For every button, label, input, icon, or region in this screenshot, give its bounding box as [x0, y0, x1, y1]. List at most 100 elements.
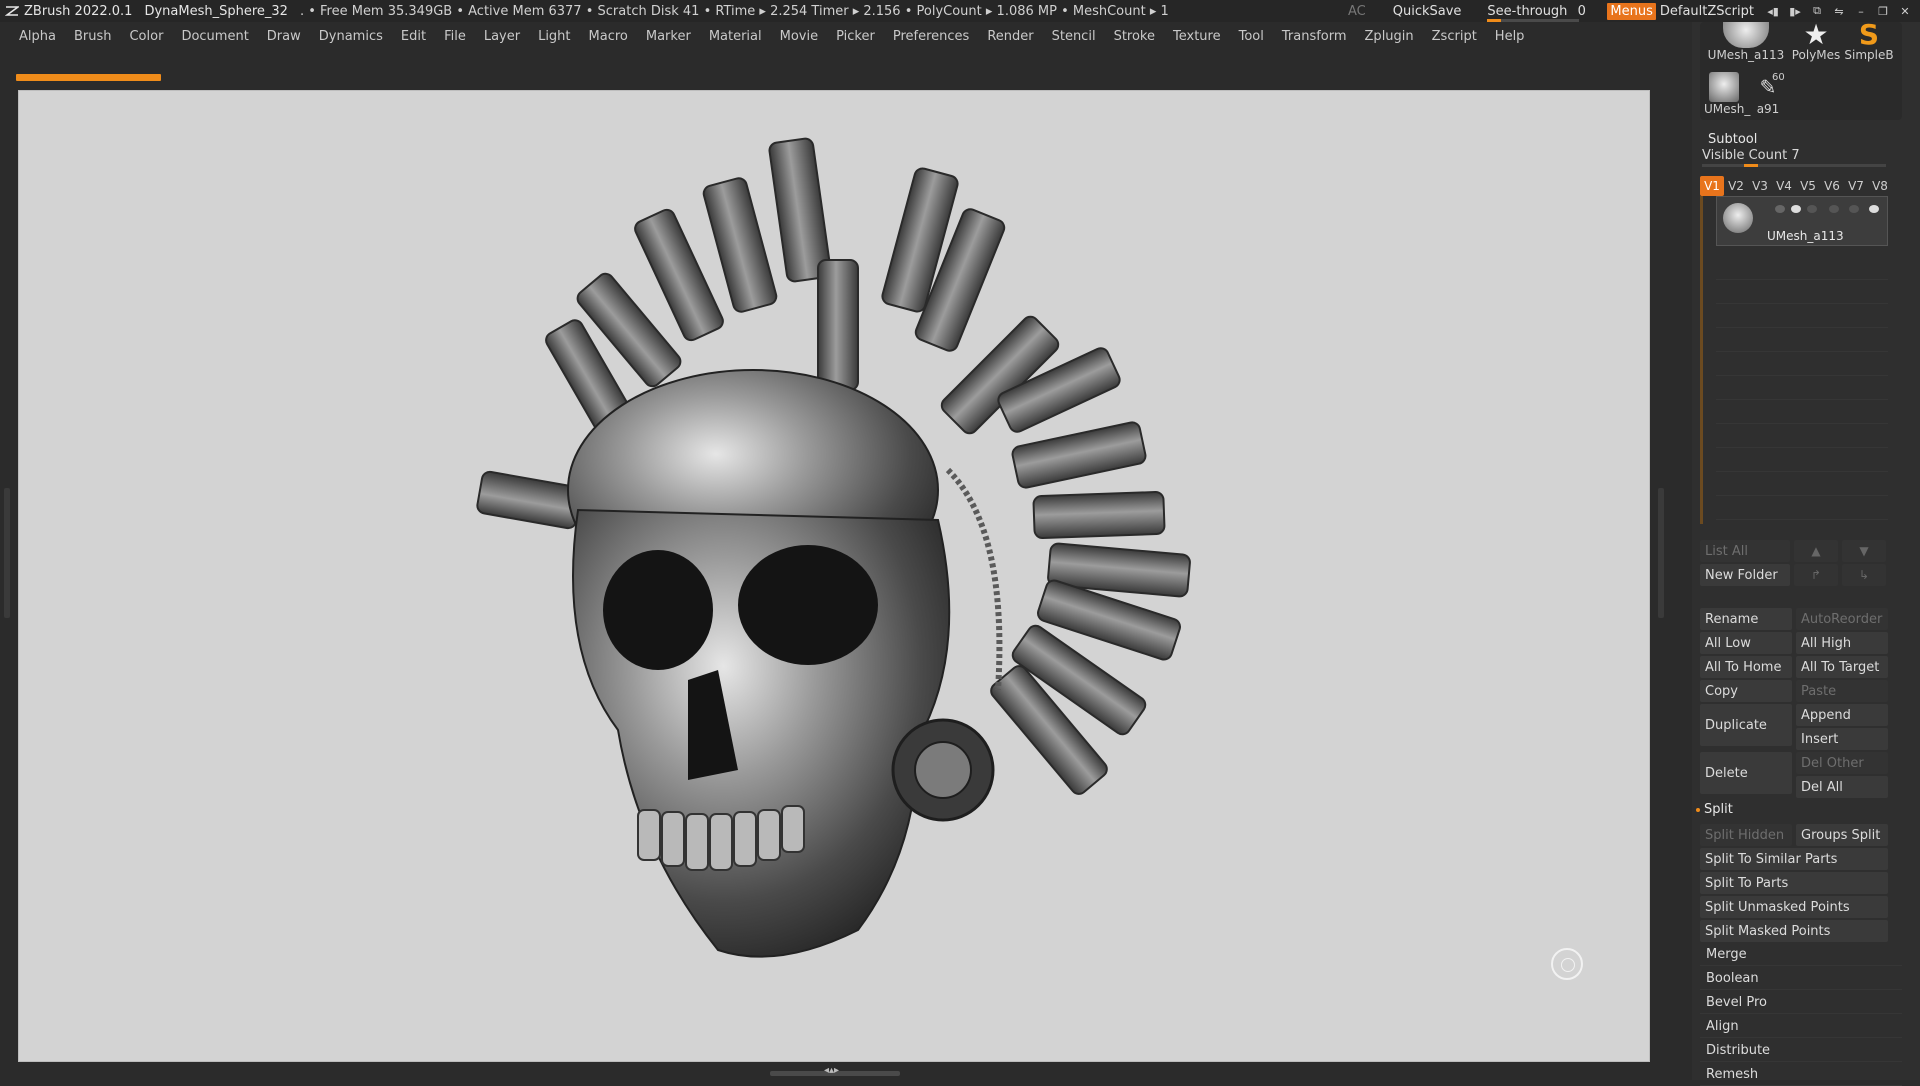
menu-file[interactable]: File	[435, 29, 475, 44]
menus-toggle-button[interactable]: Menus	[1607, 2, 1656, 20]
category-merge[interactable]: Merge	[1700, 944, 1902, 966]
category-bevel-pro[interactable]: Bevel Pro	[1700, 992, 1902, 1014]
bottom-tray-arrow-icon[interactable]: ◂▴▸	[824, 1065, 839, 1076]
groups-split-button[interactable]: Groups Split	[1796, 824, 1888, 846]
insert-button[interactable]: Insert	[1796, 728, 1888, 750]
split-to-similar-parts-button[interactable]: Split To Similar Parts	[1700, 848, 1888, 870]
all-high-button[interactable]: All High	[1796, 632, 1888, 654]
append-button[interactable]: Append	[1796, 704, 1888, 726]
subtool-scrollbar[interactable]	[1700, 196, 1703, 524]
menu-stencil[interactable]: Stencil	[1043, 29, 1105, 44]
default-zscript-button[interactable]: DefaultZScript	[1660, 4, 1754, 19]
document-canvas[interactable]	[18, 90, 1650, 1062]
subtool-item-name: UMesh_a113	[1767, 229, 1844, 243]
rename-button[interactable]: Rename	[1700, 608, 1792, 630]
visibility-tab-v5[interactable]: V5	[1796, 176, 1820, 196]
subtool-title[interactable]: Subtool	[1708, 132, 1757, 147]
eye-icon[interactable]	[1869, 205, 1879, 213]
tool-thumb-label: UMesh_a113	[1707, 48, 1785, 62]
category-remesh[interactable]: Remesh	[1700, 1064, 1902, 1086]
tool-thumb-a91[interactable]: ✎ a91 60	[1748, 72, 1788, 116]
paste-button[interactable]: Paste	[1796, 680, 1888, 702]
menu-material[interactable]: Material	[700, 29, 771, 44]
category-align[interactable]: Align	[1700, 1016, 1902, 1038]
menu-layer[interactable]: Layer	[475, 29, 529, 44]
subtool-brush-icon[interactable]	[1775, 205, 1785, 213]
arrow-up-icon[interactable]: ▲	[1794, 540, 1838, 562]
right-tray-grip[interactable]	[1658, 488, 1664, 618]
category-boolean[interactable]: Boolean	[1700, 968, 1902, 990]
all-to-home-button[interactable]: All To Home	[1700, 656, 1792, 678]
sculpt-model-skull[interactable]	[18, 90, 1650, 1062]
menu-picker[interactable]: Picker	[827, 29, 884, 44]
visibility-tab-v6[interactable]: V6	[1820, 176, 1844, 196]
arrow-down-icon[interactable]: ▼	[1842, 540, 1886, 562]
tool-thumb-umesh[interactable]: UMesh_	[1704, 72, 1750, 116]
progress-bar	[16, 74, 161, 81]
quicksave-button[interactable]: QuickSave	[1393, 4, 1462, 19]
menu-color[interactable]: Color	[120, 29, 172, 44]
ac-toggle[interactable]: AC	[1348, 4, 1366, 19]
menu-macro[interactable]: Macro	[580, 29, 637, 44]
split-to-parts-button[interactable]: Split To Parts	[1700, 872, 1888, 894]
menu-help[interactable]: Help	[1486, 29, 1534, 44]
menu-brush[interactable]: Brush	[65, 29, 121, 44]
menu-zscript[interactable]: Zscript	[1423, 29, 1486, 44]
close-icon[interactable]: ✕	[1894, 0, 1916, 22]
visibility-tab-v8[interactable]: V8	[1868, 176, 1892, 196]
autoreorder-button[interactable]: AutoReorder	[1796, 608, 1888, 630]
subtool-polypaint-icon[interactable]	[1791, 205, 1801, 213]
tool-thumb-umesh-a113[interactable]: UMesh_a113	[1702, 22, 1790, 62]
visibility-tab-v1[interactable]: V1	[1700, 176, 1724, 196]
split-hidden-button[interactable]: Split Hidden	[1700, 824, 1792, 846]
tray-left-icon[interactable]: ◂▮	[1762, 0, 1784, 22]
visible-count-slider[interactable]: Visible Count 7	[1702, 148, 1800, 163]
del-other-button[interactable]: Del Other	[1796, 752, 1888, 774]
menu-draw[interactable]: Draw	[258, 29, 310, 44]
swap-icon[interactable]: ⇋	[1828, 0, 1850, 22]
menu-transform[interactable]: Transform	[1273, 29, 1356, 44]
tool-thumb-polymesh[interactable]: ★ PolyMes	[1790, 21, 1842, 63]
navigation-gizmo[interactable]	[1551, 948, 1583, 980]
split-masked-points-button[interactable]: Split Masked Points	[1700, 920, 1888, 942]
all-to-target-button[interactable]: All To Target	[1796, 656, 1888, 678]
visible-count-bar[interactable]	[1702, 164, 1886, 167]
see-through-slider[interactable]: See-through 0	[1487, 4, 1587, 22]
menu-preferences[interactable]: Preferences	[884, 29, 978, 44]
menu-edit[interactable]: Edit	[392, 29, 435, 44]
split-unmasked-points-button[interactable]: Split Unmasked Points	[1700, 896, 1888, 918]
menu-document[interactable]: Document	[172, 29, 257, 44]
menu-light[interactable]: Light	[529, 29, 579, 44]
menu-zplugin[interactable]: Zplugin	[1356, 29, 1423, 44]
list-all-button[interactable]: List All	[1700, 540, 1790, 562]
duplicate-button[interactable]: Duplicate	[1700, 704, 1792, 746]
subtool-item[interactable]: UMesh_a113	[1716, 196, 1888, 246]
all-low-button[interactable]: All Low	[1700, 632, 1792, 654]
menu-movie[interactable]: Movie	[771, 29, 827, 44]
left-tray-grip[interactable]	[4, 488, 10, 618]
split-section-header[interactable]: Split	[1696, 802, 1733, 817]
delete-button[interactable]: Delete	[1700, 752, 1792, 794]
menu-alpha[interactable]: Alpha	[0, 29, 65, 44]
visibility-tab-v4[interactable]: V4	[1772, 176, 1796, 196]
category-distribute[interactable]: Distribute	[1700, 1040, 1902, 1062]
move-up-icon[interactable]: ↱	[1794, 564, 1838, 586]
menu-stroke[interactable]: Stroke	[1105, 29, 1164, 44]
subtool-color-icon[interactable]	[1807, 205, 1817, 213]
subtool-folder-icon[interactable]	[1829, 205, 1839, 213]
menu-dynamics[interactable]: Dynamics	[310, 29, 392, 44]
menu-texture[interactable]: Texture	[1164, 29, 1230, 44]
visibility-tab-v2[interactable]: V2	[1724, 176, 1748, 196]
visibility-tab-v3[interactable]: V3	[1748, 176, 1772, 196]
menu-tool[interactable]: Tool	[1230, 29, 1273, 44]
move-down-icon[interactable]: ↳	[1842, 564, 1886, 586]
menu-marker[interactable]: Marker	[637, 29, 700, 44]
subtool-solo-icon[interactable]	[1849, 205, 1859, 213]
tool-thumb-simplebrush[interactable]: S SimpleB	[1842, 21, 1896, 63]
copy-button[interactable]: Copy	[1700, 680, 1792, 702]
menu-render[interactable]: Render	[978, 29, 1042, 44]
visibility-tab-v7[interactable]: V7	[1844, 176, 1868, 196]
new-folder-button[interactable]: New Folder	[1700, 564, 1790, 586]
del-all-button[interactable]: Del All	[1796, 776, 1888, 798]
zbrush-logo-icon[interactable]	[3, 2, 21, 20]
